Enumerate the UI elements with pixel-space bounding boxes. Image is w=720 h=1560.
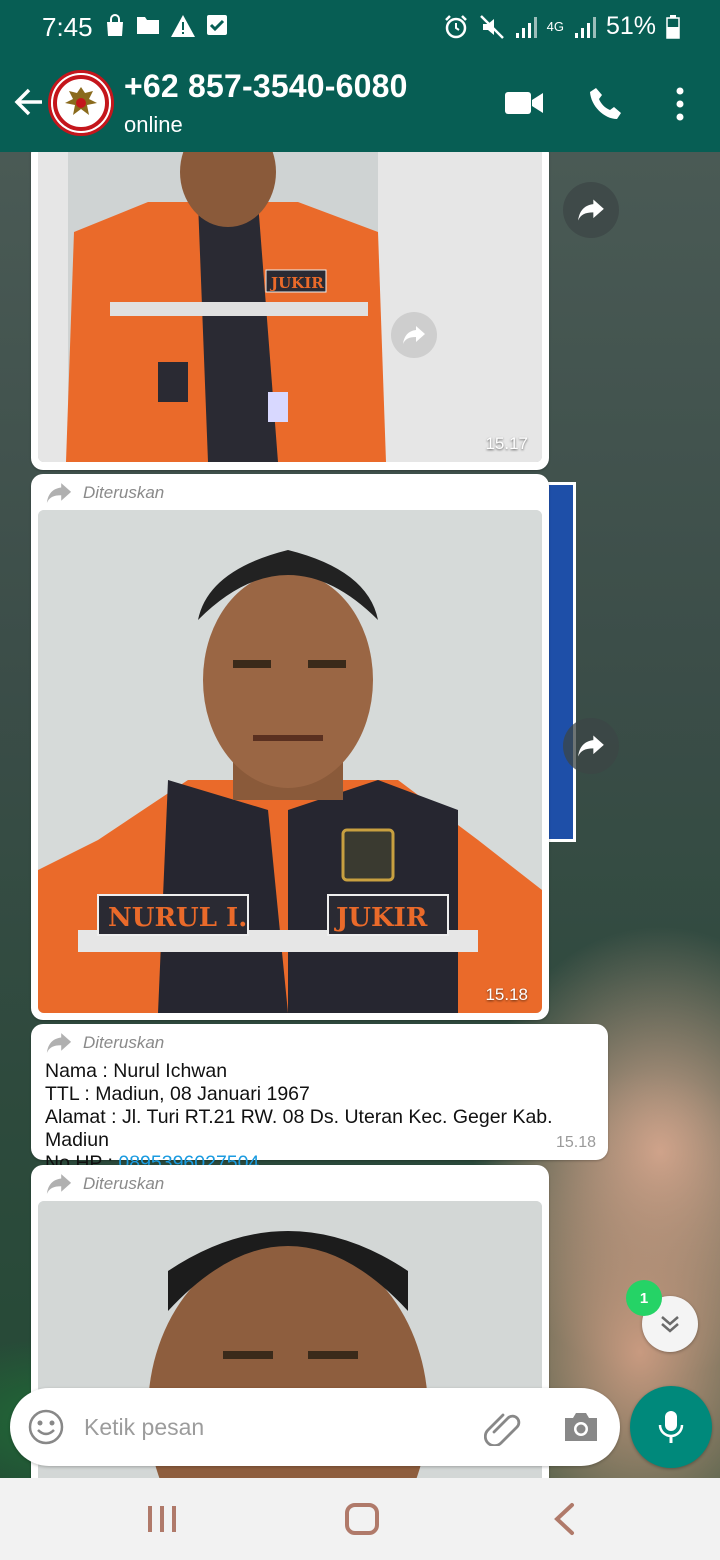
double-chevron-down-icon <box>661 1316 679 1333</box>
message-time: 15.18 <box>555 1134 596 1151</box>
alarm-icon <box>444 14 467 38</box>
forwarded-label: Diteruskan <box>45 482 164 504</box>
back-arrow-icon[interactable] <box>12 84 46 120</box>
battery-percent: 51% <box>605 12 656 40</box>
unread-count-badge: 1 <box>626 1280 662 1316</box>
voice-record-button[interactable] <box>630 1386 712 1468</box>
recent-apps-icon[interactable] <box>146 1504 178 1534</box>
message-input[interactable]: Ketik pesan <box>84 1414 204 1441</box>
forward-button-2[interactable] <box>563 718 619 774</box>
contact-name[interactable]: +62 857-3540-6080 <box>124 68 408 105</box>
forward-button[interactable] <box>391 312 437 358</box>
forwarded-icon <box>46 1033 72 1053</box>
status-time: 7:45 <box>42 12 93 42</box>
home-icon[interactable] <box>344 1502 380 1536</box>
signal-icon <box>515 16 537 38</box>
message-photo-1[interactable]: JUKIR 15.17 <box>38 152 542 462</box>
mute-icon <box>479 14 504 39</box>
svg-text:JUKIR: JUKIR <box>334 903 428 933</box>
photo-jukir-1: JUKIR <box>38 152 542 462</box>
forwarded-label: Diteruskan <box>45 1032 164 1054</box>
chat-area[interactable]: JUKIR 15.17 Diteruskan NURUL I. JUKIR 15… <box>0 152 720 1480</box>
message-line-address: Alamat : Jl. Turi RT.21 RW. 08 Ds. Utera… <box>45 1106 553 1151</box>
message-time: 15.17 <box>485 434 528 453</box>
attachment-icon[interactable] <box>484 1410 522 1446</box>
video-call-icon[interactable] <box>504 90 544 116</box>
battery-icon <box>666 14 680 39</box>
forwarded-icon <box>46 1174 72 1194</box>
photo-nurul: NURUL I. JUKIR <box>38 510 542 1013</box>
message-bubble-image-2[interactable]: Diteruskan NURUL I. JUKIR 15.18 <box>31 474 549 1020</box>
signal-icon-2 <box>574 16 596 38</box>
camera-icon[interactable] <box>562 1410 600 1444</box>
status-bar: 7:45 4G 51% <box>0 0 720 54</box>
more-options-icon[interactable] <box>674 86 686 122</box>
avatar[interactable] <box>48 70 114 136</box>
microphone-icon <box>658 1411 684 1443</box>
network-type: 4G <box>546 18 564 34</box>
message-photo-2[interactable]: NURUL I. JUKIR 15.18 <box>38 510 542 1013</box>
chat-header: +62 857-3540-6080 online <box>0 54 720 152</box>
share-arrow-icon <box>578 735 604 757</box>
checkbox-icon <box>207 15 227 35</box>
share-arrow-icon <box>578 199 604 221</box>
message-text: Nama : Nurul Ichwan TTL : Madiun, 08 Jan… <box>45 1060 608 1175</box>
message-time: 15.18 <box>485 985 528 1004</box>
garuda-emblem-icon <box>51 73 111 133</box>
contact-status: online <box>124 112 183 137</box>
message-line-ttl: TTL : Madiun, 08 Januari 1967 <box>45 1083 310 1105</box>
share-arrow-icon <box>403 326 425 344</box>
forwarded-label: Diteruskan <box>45 1173 164 1195</box>
warning-icon <box>171 15 195 37</box>
message-composer[interactable]: Ketik pesan <box>10 1388 620 1466</box>
message-bubble-text[interactable]: Diteruskan Nama : Nurul Ichwan TTL : Mad… <box>31 1024 608 1174</box>
shopping-bag-icon <box>107 14 123 36</box>
folder-icon <box>137 17 159 34</box>
message-bubble-image-1[interactable]: JUKIR 15.17 <box>31 152 549 470</box>
svg-text:JUKIR: JUKIR <box>269 274 324 292</box>
emoji-icon[interactable] <box>28 1409 64 1445</box>
forward-button-1[interactable] <box>563 182 619 238</box>
phone-call-icon[interactable] <box>588 86 624 122</box>
svg-text:NURUL I.: NURUL I. <box>108 903 247 933</box>
back-nav-icon[interactable] <box>552 1502 576 1536</box>
message-line-name: Nama : Nurul Ichwan <box>45 1060 228 1082</box>
system-nav-bar <box>0 1478 720 1560</box>
forwarded-icon <box>46 483 72 503</box>
